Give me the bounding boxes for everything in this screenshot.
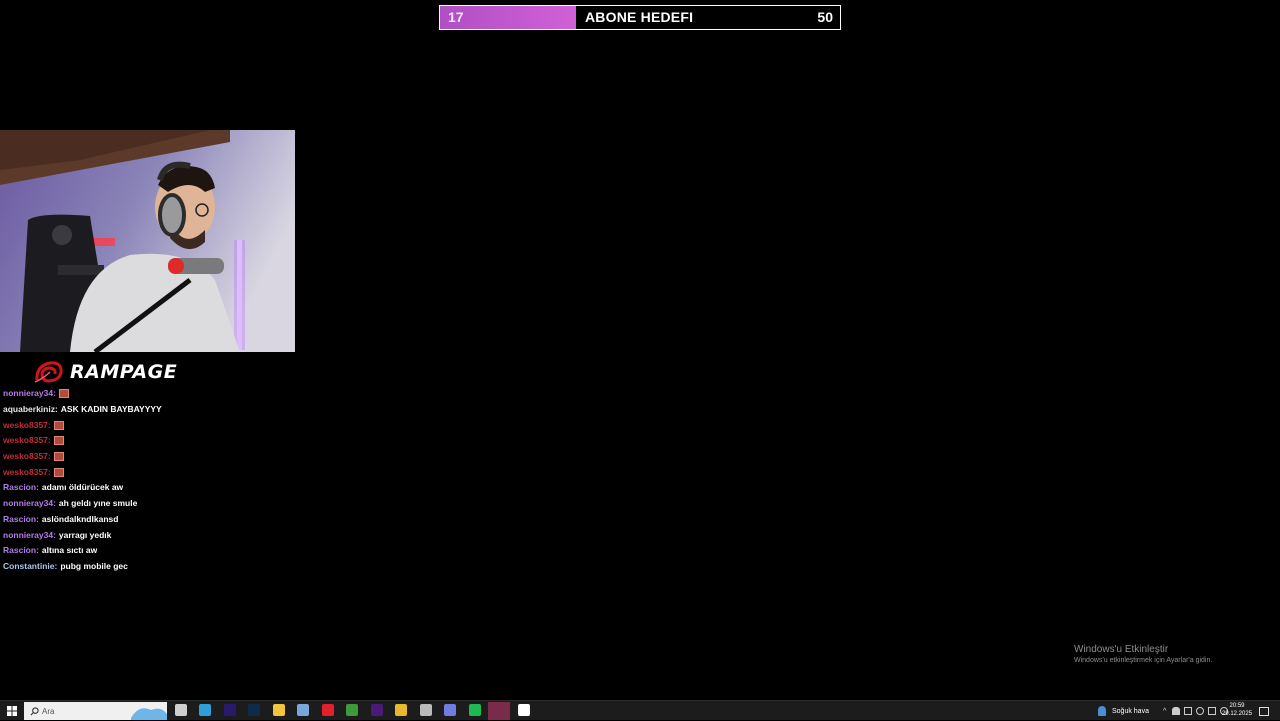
file-explorer-icon[interactable]: [273, 704, 285, 716]
chat-username: wesko8357:: [3, 466, 51, 477]
chat-emote-icon: [53, 452, 64, 462]
settings-gear-icon[interactable]: [420, 704, 432, 716]
spotify-icon[interactable]: [469, 704, 481, 716]
chat-username: nonnieray34:: [3, 498, 56, 509]
taskbar: Ara Soğuk hava ^ 20:59 29.12.2025: [0, 700, 1280, 720]
edge-icon[interactable]: [199, 704, 211, 716]
chat-text: ah geldı yıne smule: [58, 498, 138, 509]
goal-current-count: 17: [448, 9, 464, 25]
chat-message: nonnieray34: ah geldı yıne smule: [3, 496, 303, 512]
weather-icon[interactable]: [1098, 706, 1106, 716]
notification-button[interactable]: [1258, 701, 1270, 721]
chat-username: Rascion:: [3, 513, 39, 524]
chat-message: Rascion: adamı öldürücek aw: [3, 480, 303, 496]
chat-message: aquaberkiniz: ASK KADIN BAYBAYYYY: [3, 402, 303, 418]
watermark-subtitle: Windows'u etkinleştirmek için Ayarlar'a …: [1074, 657, 1213, 664]
chat-text: adamı öldürücek aw: [41, 482, 124, 493]
chat-text: pubg mobile gec: [60, 560, 128, 571]
chat-username: nonnieray34:: [3, 388, 56, 399]
chat-username: Constantinie:: [3, 560, 58, 571]
gear-icon[interactable]: [518, 704, 530, 716]
chat-message: nonnieray34:: [3, 386, 303, 402]
windows-activation-watermark: Windows'u Etkinleştir Windows'u etkinleş…: [1074, 644, 1212, 664]
photoshop-icon[interactable]: [248, 704, 260, 716]
chat-message: Rascion: altına sıctı aw: [3, 543, 303, 559]
webcam-illustration: [0, 130, 295, 352]
search-placeholder: Ara: [42, 706, 55, 716]
webcam-feed: [0, 130, 295, 352]
clock-time: 20:59: [1229, 703, 1245, 709]
chat-message: wesko8357:: [3, 417, 303, 433]
premiere-pro-icon[interactable]: [371, 704, 383, 716]
notification-icon: [1259, 706, 1269, 716]
chat-username: Rascion:: [3, 545, 39, 556]
network-icon[interactable]: [1208, 707, 1217, 715]
chat-emote-icon: [53, 467, 64, 477]
weather-text[interactable]: Soğuk hava: [1112, 708, 1149, 715]
chat-text: aslöndalkndlkansd: [41, 513, 119, 524]
watermark-title: Windows'u Etkinleştir: [1074, 644, 1169, 655]
windows-logo-icon: [7, 706, 17, 716]
system-tray: Soğuk hava ^: [1098, 701, 1230, 721]
chat-username: wesko8357:: [3, 419, 51, 430]
chat-username: wesko8357:: [3, 451, 51, 462]
onedrive-icon[interactable]: [1184, 707, 1193, 715]
chat-overlay: nonnieray34: aquaberkiniz: ASK KADIN BAYBA…: [3, 386, 303, 574]
chat-emote-icon: [53, 420, 64, 430]
update-icon[interactable]: [1196, 707, 1205, 715]
chat-message: Rascion: aslöndalkndlkansd: [3, 512, 303, 528]
rampage-swirl-icon: [34, 361, 63, 383]
clock-date: 29.12.2025: [1222, 711, 1253, 717]
xbox-icon[interactable]: [346, 704, 358, 716]
app-active-icon[interactable]: [488, 702, 510, 720]
chevron-up-icon[interactable]: ^: [1163, 708, 1166, 715]
goal-title: ABONE HEDEFI: [585, 9, 694, 25]
search-icon: [30, 706, 39, 715]
chat-emote-icon: [53, 436, 64, 446]
taskbar-search-box[interactable]: Ara: [24, 702, 167, 720]
chat-username: wesko8357:: [3, 435, 51, 446]
chat-text: altına sıctı aw: [41, 545, 98, 556]
chat-username: nonnieray34:: [3, 529, 56, 540]
chat-message: wesko8357:: [3, 449, 303, 465]
rampage-logo: RAMPAGE: [34, 359, 177, 385]
goal-target-count: 50: [817, 9, 833, 25]
taskbar-clock[interactable]: 20:59 29.12.2025: [1222, 702, 1252, 718]
search-highlight-icon: [131, 708, 167, 720]
discord-icon[interactable]: [444, 704, 456, 716]
chat-message: nonnieray34: yarragı yedık: [3, 527, 303, 543]
notepad-icon[interactable]: [297, 704, 309, 716]
premiere-icon[interactable]: [224, 704, 236, 716]
chat-username: Rascion:: [3, 482, 39, 493]
start-button[interactable]: [4, 701, 20, 721]
chat-text: ASK KADIN BAYBAYYYY: [60, 404, 162, 415]
chat-message: Constantinie: pubg mobile gec: [3, 559, 303, 575]
chat-message: wesko8357:: [3, 433, 303, 449]
chat-text: yarragı yedık: [58, 529, 112, 540]
task-view-icon[interactable]: [175, 704, 187, 716]
microphone-icon[interactable]: [1172, 707, 1181, 715]
brand-name: RAMPAGE: [70, 361, 178, 383]
chat-message: wesko8357:: [3, 464, 303, 480]
chrome-icon[interactable]: [395, 704, 407, 716]
subscriber-goal-bar: 17 ABONE HEDEFI 50: [439, 5, 841, 30]
opera-icon[interactable]: [322, 704, 334, 716]
chat-username: aquaberkiniz:: [3, 404, 58, 415]
chat-emote-icon: [58, 389, 69, 399]
